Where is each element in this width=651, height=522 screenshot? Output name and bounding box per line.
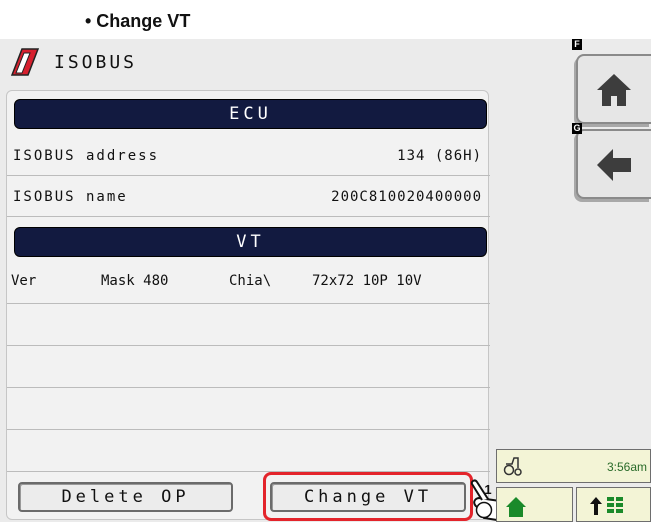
home-icon: [597, 74, 631, 106]
address-label: ISOBUS address: [13, 147, 160, 164]
home-softkey[interactable]: [576, 54, 651, 124]
vt-vendor: Chia\: [229, 273, 272, 289]
name-value: 200C810020400000: [331, 188, 482, 205]
vt-softkeys: 72x72 10P 10V: [312, 273, 422, 289]
home-icon: [506, 497, 526, 517]
page-heading: • Change VT: [85, 11, 191, 31]
vt-version: Ver: [11, 273, 37, 289]
up-arrow-list-icon: [590, 497, 623, 515]
vt-list-item-empty[interactable]: [7, 388, 490, 430]
softkey-letter-f: F: [572, 39, 582, 50]
status-box: 3:56am: [496, 449, 651, 483]
isobus-logo-icon: [10, 48, 40, 76]
info-panel: ECU ISOBUS address 134 (86H) ISOBUS name…: [6, 90, 490, 520]
title-bar: ISOBUS: [0, 39, 493, 85]
name-label: ISOBUS name: [13, 188, 128, 205]
terminal-screen: ISOBUS ECU ISOBUS address 134 (86H) ISOB…: [0, 39, 651, 522]
vt-list-item-empty[interactable]: [7, 430, 490, 472]
vt-list-item-empty[interactable]: [7, 346, 490, 388]
change-vt-highlight: [263, 472, 473, 521]
address-value: 134 (86H): [397, 147, 482, 164]
ecu-name-row: ISOBUS name 200C810020400000: [7, 177, 490, 217]
up-list-button[interactable]: [576, 487, 651, 522]
status-time: 3:56am: [606, 460, 647, 474]
page-title: ISOBUS: [54, 51, 138, 73]
vt-list-item-empty[interactable]: [7, 304, 490, 346]
softkey-letter-g: G: [572, 123, 582, 134]
back-arrow-icon: [597, 149, 631, 181]
vt-list-item[interactable]: Ver Mask 480 Chia\ 72x72 10P 10V: [7, 262, 490, 304]
ecu-section-header: ECU: [14, 99, 487, 129]
vt-mask: Mask 480: [101, 273, 169, 289]
home-shortcut-button[interactable]: [496, 487, 573, 522]
ecu-address-row: ISOBUS address 134 (86H): [7, 136, 490, 176]
back-softkey[interactable]: [576, 129, 651, 199]
vt-section-header: VT: [14, 227, 487, 257]
delete-op-button[interactable]: Delete OP: [18, 482, 233, 512]
callout-number: 1: [484, 482, 492, 497]
tractor-icon: [503, 457, 522, 476]
